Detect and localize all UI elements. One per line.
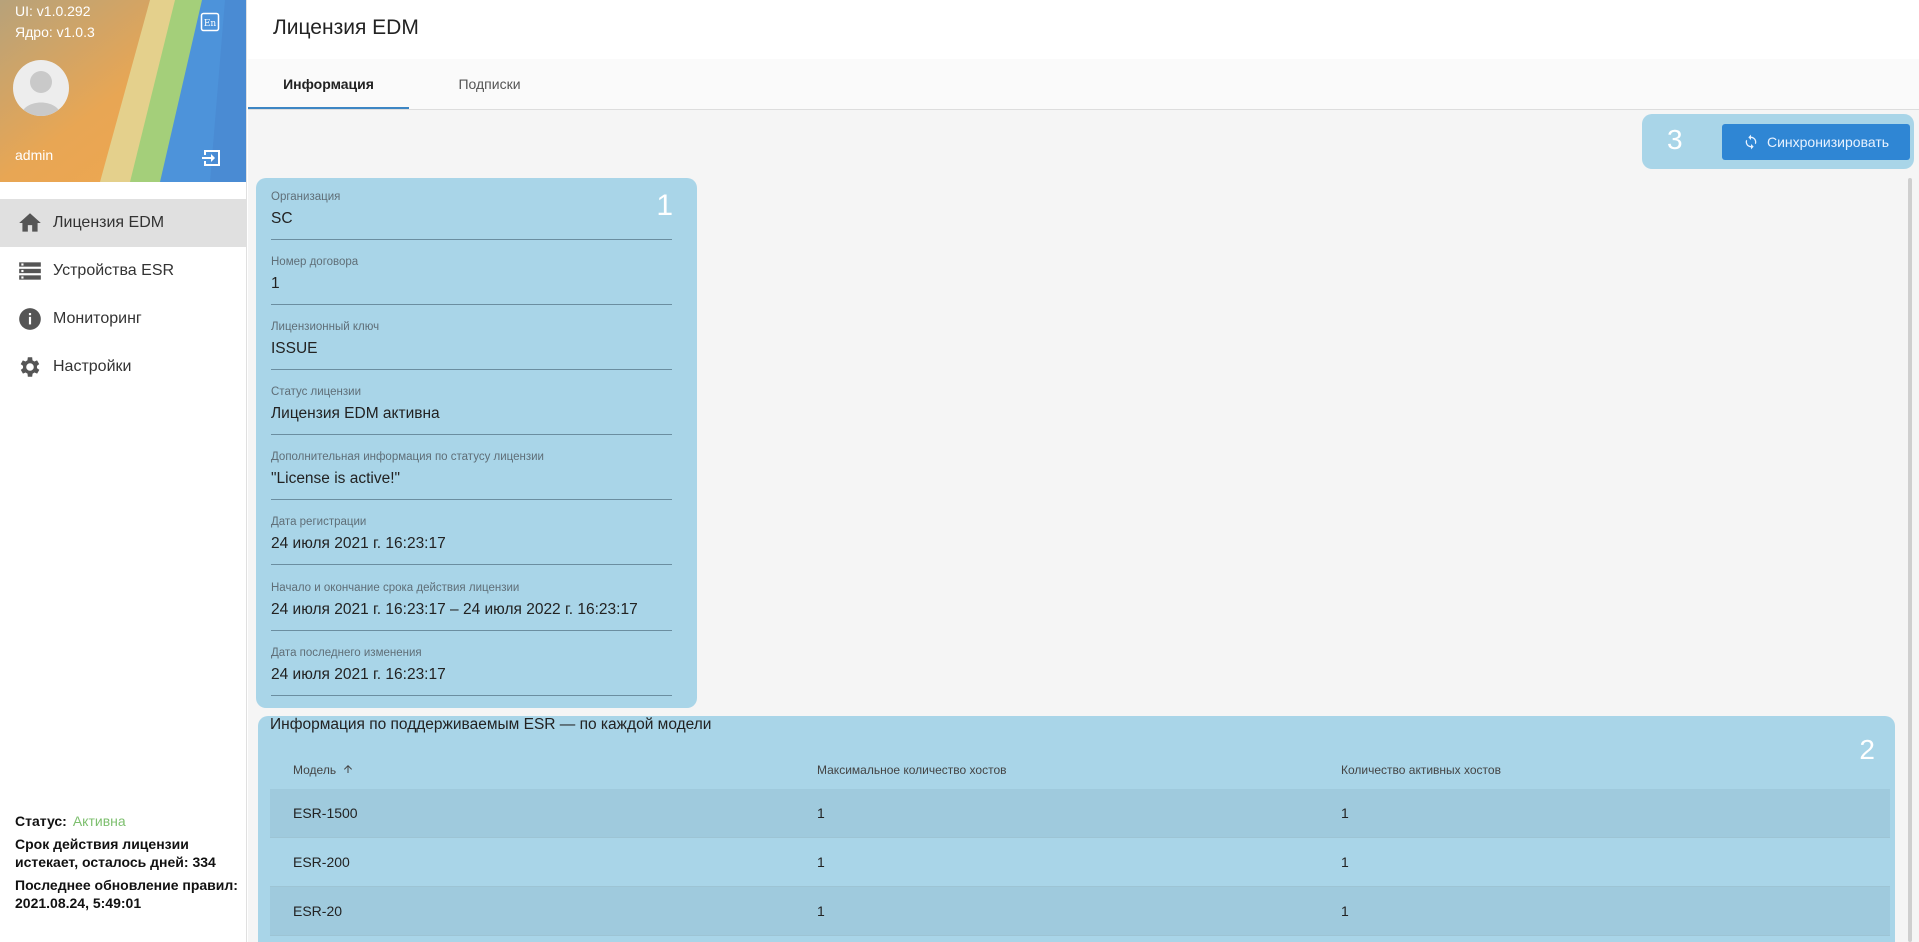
vertical-scrollbar[interactable] [1908, 178, 1912, 942]
field-value: 24 июля 2021 г. 16:23:17 [271, 535, 446, 552]
field-value: Лицензия EDM активна [271, 405, 440, 422]
tab-bar: Информация Подписки [248, 59, 1919, 110]
field-value: SC [271, 210, 293, 227]
username: admin [15, 147, 54, 163]
field-contract-number[interactable]: Номер договора 1 [271, 256, 672, 305]
cell-active-hosts: 1 [1341, 854, 1349, 870]
tab-subscriptions[interactable]: Подписки [409, 59, 570, 108]
field-label: Дата регистрации [271, 516, 367, 528]
storage-icon [16, 257, 44, 285]
sync-icon [1745, 134, 1757, 150]
avatar [13, 60, 69, 116]
status-badge: Активна [72, 813, 126, 829]
cell-max-hosts: 1 [817, 805, 825, 821]
field-value: ISSUE [271, 340, 318, 357]
rules-update-text: Последнее обновление правил: 2021.08.24,… [15, 877, 238, 911]
field-registration-date[interactable]: Дата регистрации 24 июля 2021 г. 16:23:1… [271, 516, 672, 565]
column-header-label: Модель [293, 763, 337, 777]
column-header-active-hosts[interactable]: Количество активных хостов [1341, 751, 1501, 789]
license-info-panel: 1 Организация SC Номер договора 1 Лиценз… [256, 178, 697, 708]
table-header: Модель Максимальное количество хостов Ко… [270, 751, 1890, 789]
table-row[interactable]: ESR-200 1 1 [270, 838, 1890, 887]
region-marker-3: 3 [1667, 124, 1683, 155]
topbar: Лицензия EDM [248, 0, 1919, 59]
core-version: Ядро: v1.0.3 [15, 24, 95, 40]
status-label: Статус: [15, 813, 67, 829]
column-header-max-hosts[interactable]: Максимальное количество хостов [817, 751, 1007, 789]
cell-model: ESR-20 [293, 903, 343, 919]
svg-text:En: En [204, 19, 217, 29]
field-organization[interactable]: Организация SC [271, 191, 672, 240]
field-validity-period[interactable]: Начало и окончание срока действия лиценз… [271, 582, 672, 631]
main-content: Лицензия EDM Информация Подписки 3 Синхр… [248, 0, 1919, 942]
field-label: Номер договора [271, 256, 359, 268]
sidebar-item-label: Настройки [53, 358, 132, 375]
table-title: Информация по поддерживаемым ESR — по ка… [270, 716, 712, 733]
license-summary: Статус: Активна Срок действия лицензии ис… [15, 812, 240, 917]
field-value: 24 июля 2021 г. 16:23:17 [271, 666, 446, 683]
sidebar-item-monitoring[interactable]: Мониторинг [0, 295, 246, 343]
logout-icon[interactable] [201, 147, 223, 169]
field-value: "License is active!" [271, 470, 401, 487]
cell-max-hosts: 1 [817, 854, 825, 870]
sync-button-label: Синхронизировать [1766, 134, 1890, 150]
tab-information[interactable]: Информация [248, 59, 409, 109]
cell-model: ESR-200 [293, 854, 350, 870]
gear-icon [16, 353, 44, 381]
ui-version: UI: v1.0.292 [15, 3, 91, 19]
table-row[interactable]: ESR-1500 1 1 [270, 789, 1890, 838]
sync-region: 3 Синхронизировать [1642, 114, 1914, 169]
page-title: Лицензия EDM [273, 16, 419, 39]
field-label: Статус лицензии [271, 386, 362, 398]
cell-active-hosts: 1 [1341, 903, 1349, 919]
field-last-modified[interactable]: Дата последнего изменения 24 июля 2021 г… [271, 647, 672, 696]
field-label: Начало и окончание срока действия лиценз… [271, 582, 520, 594]
sort-ascending-icon[interactable] [342, 763, 354, 775]
cell-max-hosts: 1 [817, 903, 825, 919]
sidebar-nav: Лицензия EDM Устройства ESR Мониторинг Н… [0, 182, 246, 391]
field-license-key[interactable]: Лицензионный ключ ISSUE [271, 321, 672, 370]
field-value: 1 [271, 275, 280, 292]
field-label: Лицензионный ключ [271, 321, 380, 333]
sidebar-item-label: Устройства ESR [53, 262, 175, 279]
field-label: Дополнительная информация по статусу лиц… [271, 451, 544, 463]
sidebar-item-settings[interactable]: Настройки [0, 343, 246, 391]
cell-model: ESR-1500 [293, 805, 358, 821]
field-value: 24 июля 2021 г. 16:23:17 – 24 июля 2022 … [271, 601, 638, 618]
sync-button[interactable]: Синхронизировать [1722, 124, 1910, 160]
sidebar-item-label: Лицензия EDM [53, 214, 165, 231]
home-icon [16, 209, 44, 237]
esr-table-panel: 2 Информация по поддерживаемым ESR — по … [258, 716, 1895, 942]
table-row[interactable]: ESR-20 1 1 [270, 887, 1890, 936]
sidebar-item-label: Мониторинг [53, 310, 142, 327]
column-header-model[interactable]: Модель [293, 751, 354, 789]
sidebar-item-esr-devices[interactable]: Устройства ESR [0, 247, 246, 295]
field-license-status[interactable]: Статус лицензии Лицензия EDM активна [271, 386, 672, 435]
sidebar: UI: v1.0.292 Ядро: v1.0.3 En admin Лицен… [0, 0, 247, 942]
info-icon [16, 305, 44, 333]
field-label: Дата последнего изменения [271, 647, 422, 659]
field-label: Организация [271, 191, 341, 203]
sidebar-header: UI: v1.0.292 Ядро: v1.0.3 En admin [0, 0, 246, 182]
sidebar-item-edm-license[interactable]: Лицензия EDM [0, 199, 246, 247]
field-status-details[interactable]: Дополнительная информация по статусу лиц… [271, 451, 672, 500]
cell-active-hosts: 1 [1341, 805, 1349, 821]
language-icon[interactable]: En [200, 12, 220, 32]
license-expiry-text: Срок действия лицензии истекает, осталос… [15, 836, 216, 870]
